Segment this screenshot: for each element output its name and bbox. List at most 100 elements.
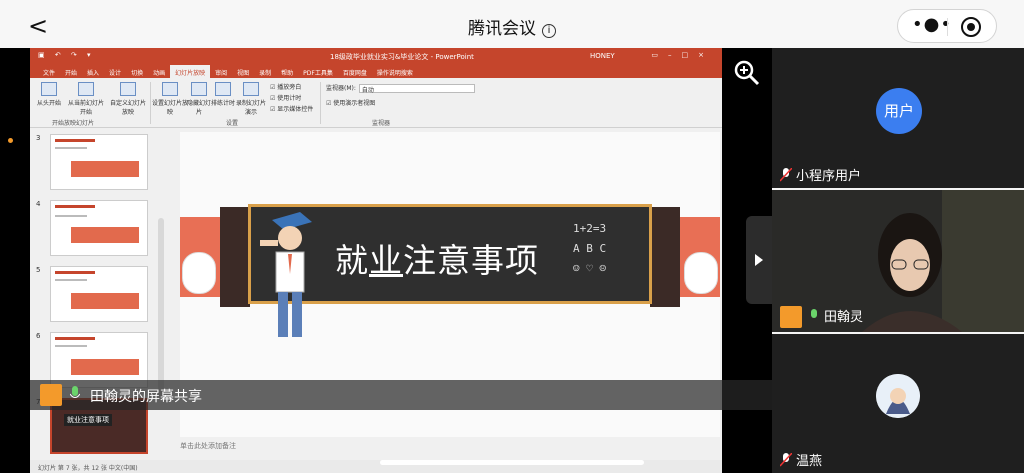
slide-title: 就业注意事项 <box>335 234 539 282</box>
participant-avatar <box>876 374 920 418</box>
slide-title-part3: 注意事项 <box>403 241 539 280</box>
setup-icon <box>162 82 178 96</box>
thumb-number: 5 <box>36 266 41 274</box>
participant-tile[interactable]: 温燕 <box>772 334 1024 473</box>
group-setup: 设置 <box>226 120 239 127</box>
zoom-in-icon[interactable] <box>732 58 762 88</box>
record-show-button[interactable]: 录制幻灯片演示 <box>236 82 266 116</box>
tab-baidu[interactable]: 百度网盘 <box>338 65 372 78</box>
presenter-avatar <box>40 384 62 406</box>
slide-thumbnail[interactable] <box>50 266 148 322</box>
participant-name: 温燕 <box>796 454 823 469</box>
thumb-number: 6 <box>36 332 41 340</box>
ribbon-separator <box>150 82 151 124</box>
tab-home[interactable]: 开始 <box>60 65 82 78</box>
slide-thumbnail[interactable] <box>50 200 148 256</box>
monitor-select[interactable]: 监视器(M): 自动 <box>326 83 475 94</box>
participant-avatar-small <box>780 306 802 328</box>
thumb-title-line <box>55 139 95 142</box>
participant-tile[interactable]: 用户 小程序用户 <box>772 48 1024 188</box>
slideshow-current-icon <box>78 82 94 96</box>
title-text: 腾讯会议 <box>468 19 536 39</box>
graduate-student-illustration <box>260 212 312 337</box>
thumb-title-line <box>55 271 95 274</box>
from-current-label: 从当前幻灯片开始 <box>67 100 104 116</box>
narration-checkbox[interactable]: 播放旁白 <box>270 82 301 91</box>
ppt-title-bar: ▣ ↶ ↷ ▾ 18级政毕业就业实习&毕业论文 - PowerPoint HON… <box>30 48 722 65</box>
tab-view[interactable]: 视图 <box>232 65 254 78</box>
bunny-left-illustration <box>182 252 216 294</box>
tab-help[interactable]: 帮助 <box>276 65 298 78</box>
tab-slideshow[interactable]: 幻灯片放映 <box>170 65 211 78</box>
banner-fold-right <box>650 207 680 307</box>
page-title: 腾讯会议 i <box>0 14 1024 39</box>
doodle-line: ☺ ♡ ☹ <box>573 262 607 275</box>
miniprogram-capsule: •●• <box>897 9 997 43</box>
presenter-view-checkbox[interactable]: 使用演示者视图 <box>326 98 375 107</box>
tab-review[interactable]: 审阅 <box>210 65 232 78</box>
tab-animations[interactable]: 动画 <box>148 65 170 78</box>
custom-show-label: 自定义幻灯片放映 <box>109 100 146 116</box>
rehearse-label: 排练计时 <box>210 100 235 107</box>
thumb-banner <box>71 161 139 177</box>
mic-muted-icon <box>780 168 792 182</box>
bunny-right-illustration <box>684 252 718 294</box>
slideshow-icon <box>41 82 57 96</box>
hide-slide-icon <box>191 82 207 96</box>
more-dots-icon[interactable]: •●• <box>912 14 952 35</box>
participant-name-row: 田翰灵 <box>780 306 863 328</box>
media-controls-checkbox[interactable]: 显示媒体控件 <box>270 104 313 113</box>
slide-title-part2: 业 <box>369 241 403 280</box>
notes-placeholder[interactable]: 单击此处添加备注 <box>180 441 236 451</box>
slide-thumbnail[interactable] <box>50 134 148 190</box>
ppt-ribbon-tabs: 文件 开始 插入 设计 切换 动画 幻灯片放映 审阅 视图 录制 帮助 PDF工… <box>30 65 722 78</box>
monitor-value[interactable]: 自动 <box>358 84 475 94</box>
doodle-line: 1+2=3 <box>573 222 607 235</box>
from-beginning-label: 从头开始 <box>36 100 61 107</box>
thumb-text-line <box>55 215 87 217</box>
capsule-divider <box>947 18 948 36</box>
tab-record[interactable]: 录制 <box>254 65 276 78</box>
group-start-slideshow: 开始放映幻灯片 <box>52 120 95 127</box>
info-icon[interactable]: i <box>542 24 556 38</box>
custom-show-icon <box>120 82 136 96</box>
thumb-text-line <box>55 345 87 347</box>
custom-show-button[interactable]: 自定义幻灯片放映 <box>108 82 148 116</box>
tab-transitions[interactable]: 切换 <box>126 65 148 78</box>
quick-access-toolbar[interactable]: ▣ ↶ ↷ ▾ <box>38 51 95 59</box>
tab-pdf[interactable]: PDF工具集 <box>298 65 338 78</box>
thumbnail-scrollbar[interactable] <box>158 218 164 398</box>
rehearse-button[interactable]: 排练计时 <box>208 82 238 107</box>
doodle-line: A B C <box>573 242 607 255</box>
tab-file[interactable]: 文件 <box>38 65 60 78</box>
indicator-dot <box>8 138 13 143</box>
slide-thumbnail-pane: 3 4 5 6 7 就业注意事项 <box>30 128 164 473</box>
from-current-button[interactable]: 从当前幻灯片开始 <box>66 82 106 116</box>
participant-video-tile[interactable]: 田翰灵 <box>772 190 1024 332</box>
participant-name-row: 温燕 <box>780 450 822 469</box>
ppt-ribbon: 从头开始 从当前幻灯片开始 自定义幻灯片放映 开始放映幻灯片 设置幻灯片放映 隐… <box>30 78 722 128</box>
group-monitor: 监视器 <box>372 120 391 127</box>
ppt-document-title: 18级政毕业就业实习&毕业论文 - PowerPoint <box>330 53 474 61</box>
tab-search[interactable]: 操作说明搜索 <box>372 65 418 78</box>
thumb-number: 3 <box>36 134 41 142</box>
ribbon-separator-2 <box>320 82 321 124</box>
slide-title-part1: 就 <box>335 241 369 280</box>
timings-checkbox[interactable]: 使用计时 <box>270 93 301 102</box>
close-miniprogram-icon[interactable] <box>961 17 981 37</box>
thumb-title-line <box>55 205 95 208</box>
thumb-banner <box>71 227 139 243</box>
window-controls[interactable]: ▭–□× <box>651 51 714 59</box>
thumb-text-line <box>55 279 87 281</box>
setup-show-button[interactable]: 设置幻灯片放映 <box>152 82 188 116</box>
screen-share-label: 田翰灵的屏幕共享 <box>90 389 202 405</box>
tab-insert[interactable]: 插入 <box>82 65 104 78</box>
monitor-label: 监视器(M): <box>326 85 356 92</box>
collapse-sidebar-button[interactable] <box>746 216 772 304</box>
thumb-number: 4 <box>36 200 41 208</box>
home-indicator[interactable] <box>380 460 644 465</box>
from-beginning-button[interactable]: 从头开始 <box>32 82 66 107</box>
tab-design[interactable]: 设计 <box>104 65 126 78</box>
record-show-label: 录制幻灯片演示 <box>236 100 267 116</box>
screen-share-caption: 田翰灵的屏幕共享 <box>30 380 772 410</box>
